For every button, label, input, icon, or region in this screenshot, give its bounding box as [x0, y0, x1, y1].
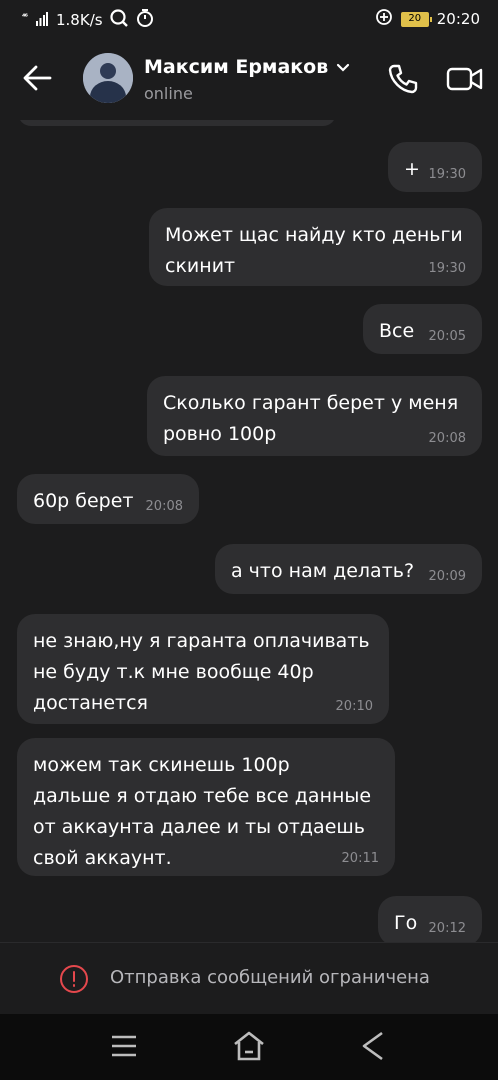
timer-icon — [135, 8, 155, 32]
message-text: Может щас найду кто деньги скинит — [165, 224, 463, 277]
restricted-text: Отправка сообщений ограничена — [110, 967, 430, 988]
message-time: 20:05 — [428, 329, 466, 344]
message-time: 20:08 — [145, 499, 183, 514]
status-right: 20 20:20 — [375, 8, 480, 30]
svg-text:⁴⁶: ⁴⁶ — [22, 12, 29, 21]
clock: 20:20 — [436, 10, 480, 28]
signal-icon: ⁴⁶ — [22, 11, 50, 30]
phone-icon — [388, 64, 418, 94]
data-saver-icon — [375, 8, 393, 30]
message-bubble-in[interactable]: 60р берет 20:08 — [17, 474, 199, 524]
message-bubble-out[interactable]: Все 20:05 — [363, 304, 482, 354]
message-time: 19:30 — [428, 261, 466, 276]
message-text: не знаю,ну я гаранта оплачивать не буду … — [33, 630, 370, 714]
message-list[interactable]: + 19:30 Может щас найду кто деньги скини… — [0, 120, 498, 942]
message-bubble-out[interactable]: Го 20:12 — [378, 896, 482, 942]
home-button[interactable] — [232, 1030, 266, 1062]
chevron-left-icon — [362, 1031, 383, 1061]
message-bubble-out[interactable]: + 19:30 — [388, 142, 482, 192]
video-camera-icon — [446, 67, 483, 91]
net-speed: 1.8K/s — [56, 11, 103, 29]
recent-apps-button[interactable] — [110, 1032, 138, 1060]
message-time: 20:12 — [428, 921, 466, 936]
previous-message-bubble — [18, 120, 336, 126]
search-status-icon — [109, 8, 129, 32]
menu-icon — [112, 1035, 136, 1057]
message-time: 20:10 — [335, 699, 373, 714]
message-time: 19:30 — [428, 167, 466, 182]
arrow-left-icon — [23, 65, 52, 91]
message-time: 20:09 — [428, 569, 466, 584]
contact-name: Максим Ермаков — [144, 56, 329, 78]
chat-header: Максим Ермаков online — [0, 36, 498, 120]
video-call-button[interactable] — [446, 62, 484, 96]
call-button[interactable] — [386, 62, 420, 96]
status-left: ⁴⁶ 1.8K/s — [22, 8, 155, 32]
message-text: можем так скинешь 100р дальше я отдаю те… — [33, 754, 372, 869]
battery-icon: 20 — [400, 11, 432, 27]
message-time: 20:11 — [341, 851, 379, 866]
chevron-down-icon — [336, 58, 350, 77]
messaging-restricted-bar: Отправка сообщений ограничена — [0, 942, 498, 1014]
message-text: Сколько гарант берет у меня ровно 100р — [163, 392, 459, 445]
warning-icon — [60, 965, 88, 993]
navigation-bar — [0, 1014, 498, 1080]
message-bubble-out[interactable]: Сколько гарант берет у меня ровно 100р 2… — [147, 376, 482, 456]
home-icon — [234, 1031, 264, 1061]
message-bubble-in[interactable]: не знаю,ну я гаранта оплачивать не буду … — [17, 614, 389, 724]
contact-name-row[interactable]: Максим Ермаков — [144, 56, 350, 78]
back-button[interactable] — [20, 60, 56, 96]
message-bubble-out[interactable]: Может щас найду кто деньги скинит 19:30 — [149, 208, 482, 286]
status-bar: ⁴⁶ 1.8K/s 20 20:20 — [0, 0, 498, 36]
nav-back-button[interactable] — [358, 1030, 388, 1062]
message-bubble-out[interactable]: а что нам делать? 20:09 — [215, 544, 482, 594]
contact-status: online — [144, 84, 193, 103]
avatar[interactable] — [83, 53, 133, 103]
message-bubble-in[interactable]: можем так скинешь 100р дальше я отдаю те… — [17, 738, 395, 876]
message-time: 20:08 — [428, 431, 466, 446]
